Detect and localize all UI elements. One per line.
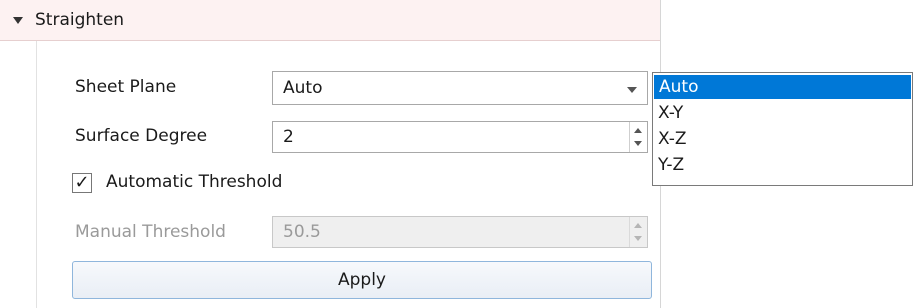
automatic-threshold-label[interactable]: Automatic Threshold [106,172,282,192]
straighten-panel: Straighten Sheet Plane Auto Surface Degr… [0,0,661,308]
sheet-plane-value: Auto [283,78,323,98]
section-title: Straighten [35,10,125,30]
sheet-plane-combobox[interactable]: Auto [272,71,648,105]
manual-threshold-spinbox[interactable]: 50.5 [272,216,648,248]
section-indent-line [36,41,37,308]
dropdown-option-auto[interactable]: Auto [654,75,911,99]
automatic-threshold-checkbox[interactable]: ✓ [72,173,92,193]
surface-degree-stepper[interactable] [629,122,647,152]
spin-down-icon[interactable] [634,236,642,241]
surface-degree-label: Surface Degree [75,126,208,146]
dropdown-option-y-z[interactable]: Y-Z [658,155,684,175]
surface-degree-spinbox[interactable]: 2 [272,121,648,153]
manual-threshold-value: 50.5 [283,222,321,242]
sheet-plane-label: Sheet Plane [75,77,177,97]
manual-threshold-label: Manual Threshold [75,222,226,242]
dropdown-option-x-z[interactable]: X-Z [658,129,687,149]
spin-up-icon[interactable] [634,223,642,228]
section-header[interactable]: Straighten [0,0,660,41]
spin-down-icon[interactable] [634,141,642,146]
collapse-triangle-icon[interactable] [13,17,23,24]
manual-threshold-stepper[interactable] [629,217,647,247]
surface-degree-value: 2 [283,127,294,147]
apply-button[interactable]: Apply [72,261,652,299]
dropdown-option-x-y[interactable]: X-Y [658,103,683,123]
sheet-plane-dropdown-list: Auto X-Y X-Z Y-Z [652,72,913,186]
chevron-down-icon[interactable] [627,87,637,93]
spin-up-icon[interactable] [634,128,642,133]
